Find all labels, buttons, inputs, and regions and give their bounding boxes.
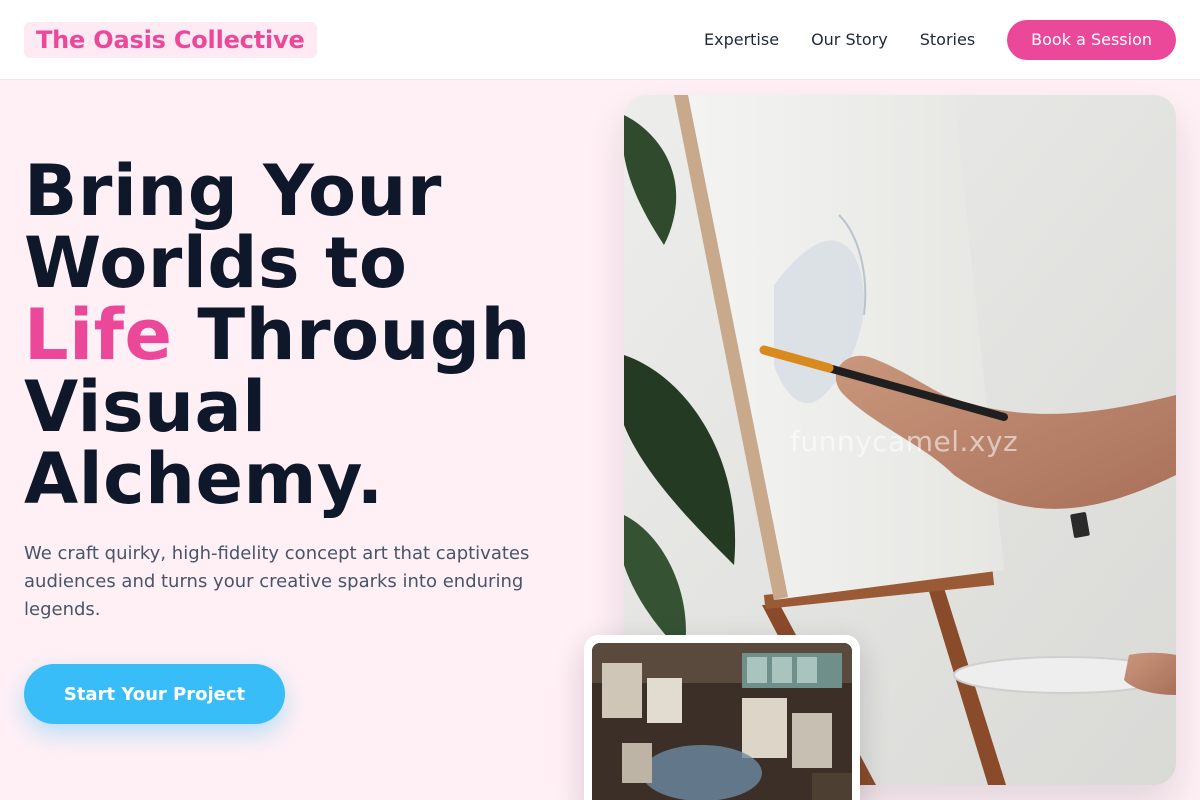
hero-title: Bring Your Worlds to Life Through Visual… xyxy=(24,155,584,515)
hero-subtitle: We craft quirky, high-fidelity concept a… xyxy=(24,543,530,620)
nav-link-stories[interactable]: Stories xyxy=(920,20,975,60)
hero-title-line: Visual xyxy=(24,366,267,448)
hero-title-line: Alchemy. xyxy=(24,438,384,520)
nav-link-our-story[interactable]: Our Story xyxy=(811,20,888,60)
studio-thumbnail-image xyxy=(592,643,852,800)
main-nav: Expertise Our Story Stories Book a Sessi… xyxy=(704,20,1176,60)
hero-title-line: Worlds to xyxy=(24,222,408,304)
studio-illustration xyxy=(592,643,852,800)
hero-title-accent: Life xyxy=(24,294,173,376)
studio-thumbnail-card xyxy=(584,635,860,800)
nav-link-expertise[interactable]: Expertise xyxy=(704,20,779,60)
image-watermark: funnycamel.xyz xyxy=(790,425,1019,458)
hero-title-line: Bring Your xyxy=(24,150,442,232)
brand-logo[interactable]: The Oasis Collective xyxy=(24,22,317,58)
site-header: The Oasis Collective Expertise Our Story… xyxy=(0,0,1200,80)
hero-title-line: Through xyxy=(172,294,531,376)
book-session-button[interactable]: Book a Session xyxy=(1007,20,1176,60)
start-project-button[interactable]: Start Your Project xyxy=(24,664,285,724)
